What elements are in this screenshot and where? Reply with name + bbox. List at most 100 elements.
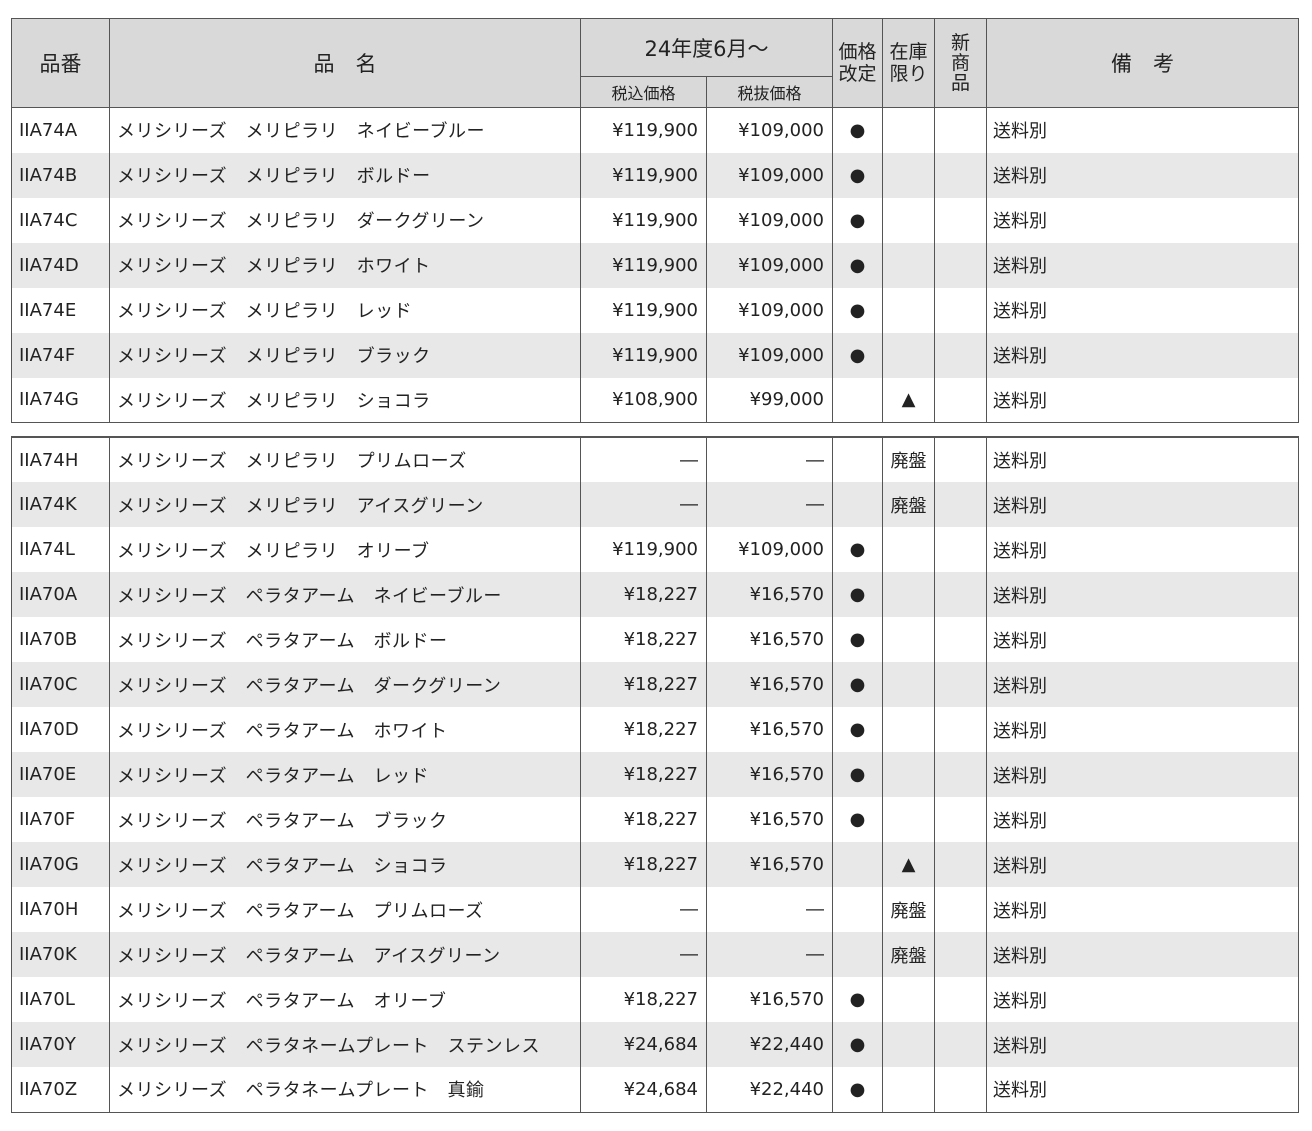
cell-price-revised: ● <box>832 1067 883 1112</box>
cell-price-revised: ● <box>832 152 883 198</box>
cell-note: 送料別 <box>986 887 1299 932</box>
cell-price-excl: ¥109,000 <box>706 242 833 288</box>
cell-price-revised <box>832 932 883 977</box>
price-table-section-2: IIA74H メリシリーズ メリピラリ プリムローズ ― ― 廃盤 送料別 IIA74K メリ… <box>11 436 1299 1113</box>
cell-stock-only <box>882 707 935 752</box>
cell-stock-only <box>882 752 935 797</box>
cell-price-revised: ● <box>832 1022 883 1067</box>
cell-price-excl: ¥109,000 <box>706 107 833 153</box>
cell-note: 送料別 <box>986 977 1299 1022</box>
cell-stock-only <box>882 1067 935 1112</box>
table-row: IIA74E メリシリーズ メリピラリ レッド ¥119,900 ¥109,000 ● 送… <box>11 287 1299 333</box>
cell-name: メリシリーズ ペラタアーム ショコラ <box>109 842 581 887</box>
table-row: IIA70A メリシリーズ ペラタアーム ネイビーブルー ¥18,227 ¥16,57… <box>11 572 1299 617</box>
header-price-revised: 価格 改定 <box>832 18 883 108</box>
cell-code: IIA74B <box>11 152 110 198</box>
cell-name: メリシリーズ メリピラリ ネイビーブルー <box>109 107 581 153</box>
cell-stock-only <box>882 332 935 378</box>
cell-price-excl: ¥16,570 <box>706 707 833 752</box>
cell-note: 送料別 <box>986 1067 1299 1112</box>
cell-name: メリシリーズ メリピラリ ホワイト <box>109 242 581 288</box>
cell-new-product <box>934 797 987 842</box>
cell-new-product <box>934 752 987 797</box>
cell-stock-only <box>882 977 935 1022</box>
cell-new-product <box>934 437 987 482</box>
cell-price-revised: ● <box>832 797 883 842</box>
cell-new-product <box>934 932 987 977</box>
header-price-revised-line2: 改定 <box>838 63 877 85</box>
cell-note: 送料別 <box>986 332 1299 378</box>
table-row: IIA70F メリシリーズ ペラタアーム ブラック ¥18,227 ¥16,570 ● 送… <box>11 797 1299 842</box>
cell-code: IIA70A <box>11 572 110 617</box>
table-row: IIA74K メリシリーズ メリピラリ アイスグリーン ― ― 廃盤 送料別 <box>11 482 1299 527</box>
cell-new-product <box>934 617 987 662</box>
cell-price-incl: ¥119,900 <box>580 332 707 378</box>
cell-price-revised <box>832 437 883 482</box>
header-code: 品番 <box>11 18 110 108</box>
cell-price-revised <box>832 887 883 932</box>
cell-name: メリシリーズ メリピラリ プリムローズ <box>109 437 581 482</box>
cell-code: IIA70D <box>11 707 110 752</box>
cell-code: IIA74D <box>11 242 110 288</box>
table-row: IIA74B メリシリーズ メリピラリ ボルドー ¥119,900 ¥109,000 ●… <box>11 152 1299 198</box>
table-row: IIA70C メリシリーズ ペラタアーム ダークグリーン ¥18,227 ¥16,57… <box>11 662 1299 707</box>
cell-price-incl: ¥18,227 <box>580 977 707 1022</box>
cell-name: メリシリーズ ペラタアーム プリムローズ <box>109 887 581 932</box>
cell-price-revised <box>832 842 883 887</box>
cell-new-product <box>934 152 987 198</box>
cell-stock-only <box>882 287 935 333</box>
cell-note: 送料別 <box>986 662 1299 707</box>
cell-price-excl: ¥109,000 <box>706 332 833 378</box>
cell-name: メリシリーズ ペラタアーム オリーブ <box>109 977 581 1022</box>
cell-stock-only: 廃盤 <box>882 932 935 977</box>
cell-code: IIA70G <box>11 842 110 887</box>
cell-code: IIA70H <box>11 887 110 932</box>
cell-note: 送料別 <box>986 377 1299 423</box>
table-row: IIA74L メリシリーズ メリピラリ オリーブ ¥119,900 ¥109,000 ●… <box>11 527 1299 572</box>
cell-stock-only: ▲ <box>882 842 935 887</box>
table-row: IIA74G メリシリーズ メリピラリ ショコラ ¥108,900 ¥99,000 ▲ 送… <box>11 377 1299 423</box>
cell-name: メリシリーズ ペラタアーム ボルドー <box>109 617 581 662</box>
cell-name: メリシリーズ ペラタアーム ホワイト <box>109 707 581 752</box>
cell-price-excl: ¥16,570 <box>706 572 833 617</box>
cell-price-incl: ― <box>580 932 707 977</box>
cell-price-incl: ¥119,900 <box>580 197 707 243</box>
cell-name: メリシリーズ ペラタアーム ネイビーブルー <box>109 572 581 617</box>
cell-code: IIA74K <box>11 482 110 527</box>
cell-note: 送料別 <box>986 797 1299 842</box>
cell-note: 送料別 <box>986 107 1299 153</box>
cell-name: メリシリーズ メリピラリ レッド <box>109 287 581 333</box>
cell-price-excl: ¥16,570 <box>706 797 833 842</box>
cell-price-excl: ¥99,000 <box>706 377 833 423</box>
cell-price-revised: ● <box>832 977 883 1022</box>
cell-price-incl: ¥18,227 <box>580 662 707 707</box>
cell-price-excl: ― <box>706 482 833 527</box>
cell-price-incl: ¥119,900 <box>580 107 707 153</box>
cell-note: 送料別 <box>986 707 1299 752</box>
cell-name: メリシリーズ メリピラリ ブラック <box>109 332 581 378</box>
table-row: IIA74H メリシリーズ メリピラリ プリムローズ ― ― 廃盤 送料別 <box>11 437 1299 482</box>
cell-price-excl: ¥109,000 <box>706 527 833 572</box>
header-tax-excluded: 税抜価格 <box>706 76 833 108</box>
cell-stock-only <box>882 797 935 842</box>
cell-stock-only <box>882 527 935 572</box>
cell-code: IIA70L <box>11 977 110 1022</box>
cell-price-excl: ¥16,570 <box>706 752 833 797</box>
table-row: IIA74F メリシリーズ メリピラリ ブラック ¥119,900 ¥109,000 ●… <box>11 332 1299 378</box>
header-new-line2: 商 <box>950 52 970 74</box>
cell-name: メリシリーズ ペラタアーム アイスグリーン <box>109 932 581 977</box>
cell-name: メリシリーズ メリピラリ ショコラ <box>109 377 581 423</box>
cell-new-product <box>934 707 987 752</box>
header-note: 備 考 <box>986 18 1299 108</box>
cell-new-product <box>934 887 987 932</box>
cell-stock-only <box>882 197 935 243</box>
cell-new-product <box>934 197 987 243</box>
cell-code: IIA70B <box>11 617 110 662</box>
cell-price-revised: ● <box>832 527 883 572</box>
cell-price-excl: ¥109,000 <box>706 197 833 243</box>
cell-note: 送料別 <box>986 152 1299 198</box>
cell-price-revised: ● <box>832 572 883 617</box>
cell-note: 送料別 <box>986 842 1299 887</box>
header-new-line3: 品 <box>950 72 970 94</box>
cell-price-incl: ¥18,227 <box>580 707 707 752</box>
